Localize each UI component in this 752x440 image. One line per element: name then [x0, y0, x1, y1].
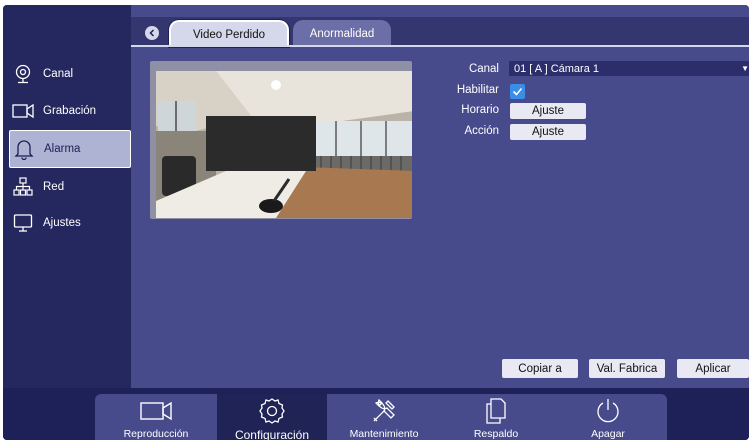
back-button[interactable]	[145, 26, 159, 40]
nav-reproduccion[interactable]: Reproducción	[101, 394, 211, 440]
sidebar-item-label: Red	[43, 181, 65, 193]
power-icon	[594, 398, 622, 424]
video-camera-icon	[138, 398, 174, 424]
network-icon	[11, 175, 35, 199]
chevron-left-icon	[149, 29, 155, 37]
sidebar-item-canal[interactable]: Canal	[9, 57, 131, 91]
accion-adjust-button[interactable]: Ajuste	[510, 124, 586, 140]
tab-label: Anormalidad	[309, 27, 375, 40]
camera-lens-icon	[11, 62, 35, 86]
button-label: Val. Fabrica	[596, 362, 658, 375]
checkmark-icon	[512, 87, 523, 96]
accion-label: Acción	[464, 125, 499, 137]
habilitar-checkbox[interactable]	[510, 84, 525, 99]
horario-adjust-button[interactable]: Ajuste	[510, 103, 586, 119]
factory-defaults-button[interactable]: Val. Fabrica	[589, 359, 665, 378]
monitor-icon	[11, 211, 35, 235]
sidebar-item-ajustes[interactable]: Ajustes	[9, 206, 131, 240]
bell-icon	[12, 137, 36, 161]
nav-label: Configuración	[234, 428, 310, 440]
nav-apagar[interactable]: Apagar	[553, 394, 663, 440]
button-label: Aplicar	[695, 362, 731, 375]
copy-button[interactable]: Copiar a	[502, 359, 578, 378]
sidebar-item-label: Grabación	[43, 105, 97, 117]
habilitar-label: Habilitar	[456, 84, 499, 96]
preview-image	[156, 71, 412, 218]
sidebar-item-grabacion[interactable]: Grabación	[9, 94, 131, 128]
bottom-nav: Reproducción Configuración Mantenimiento…	[95, 394, 667, 440]
bottom-bar: Reproducción Configuración Mantenimiento…	[3, 388, 749, 440]
nav-label: Reproducción	[123, 428, 189, 440]
channel-select[interactable]: 01 [ A ] Cámara 1 ▼	[509, 61, 749, 76]
dvr-screen: Canal Grabación Alarma Red Ajustes Video…	[3, 5, 749, 440]
sidebar-item-red[interactable]: Red	[9, 170, 131, 204]
canal-label: Canal	[468, 63, 499, 75]
button-label: Ajuste	[532, 105, 564, 117]
nav-label: Apagar	[591, 428, 625, 440]
camera-preview	[150, 61, 412, 219]
tab-underline	[131, 45, 749, 47]
gear-icon	[258, 398, 286, 424]
tab-bar: Video Perdido Anormalidad	[131, 17, 749, 47]
apply-button[interactable]: Aplicar	[677, 359, 749, 378]
sidebar: Canal Grabación Alarma Red Ajustes	[3, 5, 131, 388]
channel-select-value: 01 [ A ] Cámara 1	[514, 62, 599, 75]
copy-icon	[484, 398, 508, 424]
button-label: Copiar a	[518, 362, 562, 375]
video-camera-icon	[11, 99, 35, 123]
nav-label: Respaldo	[473, 428, 519, 440]
tab-anormalidad[interactable]: Anormalidad	[293, 20, 391, 47]
sidebar-item-alarma[interactable]: Alarma	[9, 130, 131, 168]
tools-icon	[370, 398, 398, 424]
sidebar-item-label: Alarma	[44, 143, 81, 155]
main-panel: Video Perdido Anormalidad Canal 01 [A]…	[131, 5, 749, 388]
button-label: Ajuste	[532, 126, 564, 138]
nav-mantenimiento[interactable]: Mantenimiento	[329, 394, 439, 440]
sidebar-item-label: Canal	[43, 68, 74, 80]
nav-label: Mantenimiento	[349, 428, 419, 440]
nav-respaldo[interactable]: Respaldo	[441, 394, 551, 440]
tab-label: Video Perdido	[192, 28, 266, 41]
chevron-down-icon: ▼	[741, 64, 749, 73]
sidebar-item-label: Ajustes	[43, 217, 81, 229]
horario-label: Horario	[461, 104, 499, 116]
nav-configuracion[interactable]: Configuración	[217, 394, 327, 440]
tab-video-perdido[interactable]: Video Perdido	[169, 20, 289, 47]
frame: Canal Grabación Alarma Red Ajustes Video…	[0, 0, 752, 440]
